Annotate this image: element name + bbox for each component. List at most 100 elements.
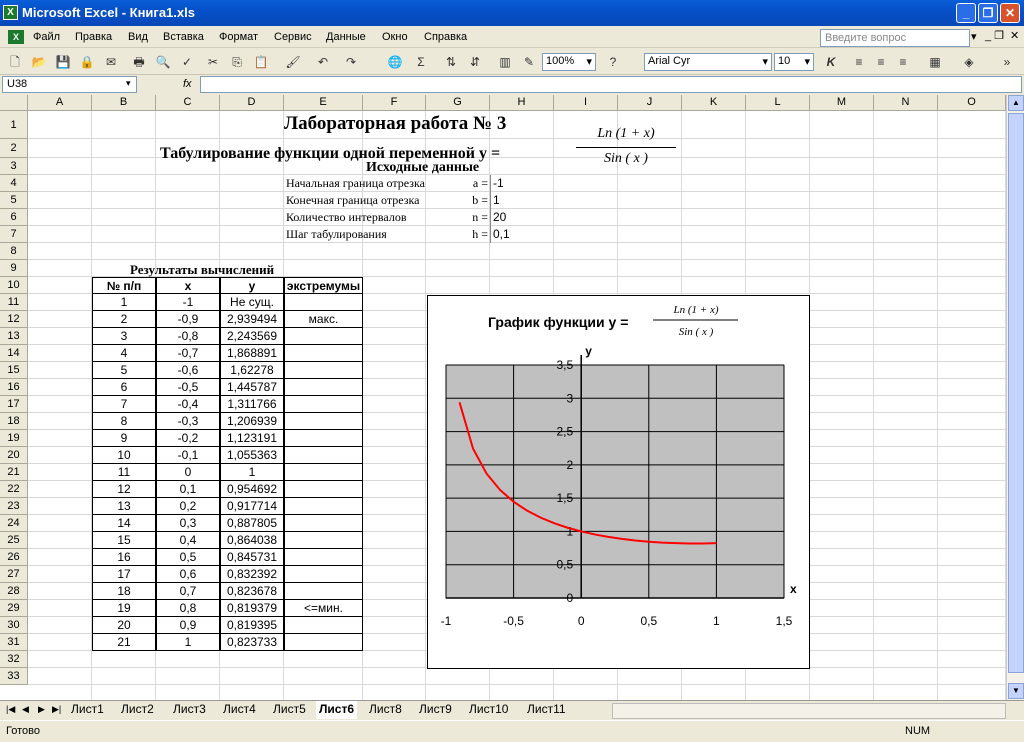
row-header[interactable]: 2 — [0, 139, 28, 158]
chart-wizard-icon[interactable]: ▥ — [496, 53, 514, 71]
toolbar-options-icon[interactable]: » — [998, 53, 1016, 71]
maximize-button[interactable]: ❐ — [978, 3, 998, 23]
row-header[interactable]: 1 — [0, 111, 28, 139]
fx-icon[interactable]: fx — [183, 78, 192, 90]
drawing-icon[interactable]: ✎ — [520, 53, 538, 71]
sheet-tab[interactable]: Лист10 — [466, 701, 511, 719]
save-icon[interactable]: 💾 — [54, 53, 72, 71]
row-header[interactable]: 27 — [0, 566, 28, 583]
menu-file[interactable]: Файл — [33, 31, 60, 43]
column-header[interactable]: A — [28, 95, 92, 111]
redo-icon[interactable]: ↷ — [342, 53, 360, 71]
undo-icon[interactable]: ↶ — [314, 53, 332, 71]
excel-app-icon[interactable]: X — [3, 5, 18, 20]
autosum-icon[interactable]: Σ — [412, 53, 430, 71]
column-header[interactable]: L — [746, 95, 810, 111]
sheet-tab[interactable]: Лист9 — [416, 701, 455, 719]
align-right-icon[interactable]: ≡ — [894, 53, 912, 71]
column-header[interactable]: C — [156, 95, 220, 111]
open-icon[interactable]: 📂 — [30, 53, 48, 71]
row-header[interactable]: 20 — [0, 447, 28, 464]
tab-prev-icon[interactable]: ◀ — [22, 704, 29, 715]
row-header[interactable]: 28 — [0, 583, 28, 600]
email-icon[interactable]: ✉ — [102, 53, 120, 71]
tab-first-icon[interactable]: |◀ — [6, 704, 15, 715]
horizontal-scrollbar[interactable] — [612, 703, 1006, 719]
row-header[interactable]: 8 — [0, 243, 28, 260]
row-header[interactable]: 17 — [0, 396, 28, 413]
menu-insert[interactable]: Вставка — [163, 31, 204, 43]
minimize-button[interactable]: _ — [956, 3, 976, 23]
sheet-tab[interactable]: Лист8 — [366, 701, 405, 719]
row-header[interactable]: 30 — [0, 617, 28, 634]
column-header[interactable]: G — [426, 95, 490, 111]
column-header[interactable]: K — [682, 95, 746, 111]
column-header[interactable]: J — [618, 95, 682, 111]
spelling-icon[interactable]: ✓ — [178, 53, 196, 71]
row-header[interactable]: 23 — [0, 498, 28, 515]
sheet-tab[interactable]: Лист6 — [316, 701, 358, 719]
scroll-up-icon[interactable]: ▲ — [1008, 95, 1024, 111]
font-select[interactable]: Arial Cyr ▾ — [644, 53, 772, 71]
column-header[interactable]: F — [363, 95, 426, 111]
menu-data[interactable]: Данные — [326, 31, 366, 43]
menu-edit[interactable]: Правка — [75, 31, 112, 43]
column-header[interactable]: M — [810, 95, 874, 111]
print-preview-icon[interactable]: 🔍 — [154, 53, 172, 71]
row-header[interactable]: 24 — [0, 515, 28, 532]
vertical-scrollbar[interactable]: ▲ ▼ — [1006, 95, 1024, 700]
name-box[interactable]: U38 — [2, 76, 137, 93]
row-header[interactable]: 32 — [0, 651, 28, 668]
namebox-dropdown-icon[interactable]: ▾ — [126, 78, 131, 89]
row-header[interactable]: 7 — [0, 226, 28, 243]
sheet-tab[interactable]: Лист1 — [68, 701, 107, 719]
hyperlink-icon[interactable]: 🌐 — [386, 53, 404, 71]
row-header[interactable]: 9 — [0, 260, 28, 277]
row-header[interactable]: 5 — [0, 192, 28, 209]
row-header[interactable]: 25 — [0, 532, 28, 549]
row-header[interactable]: 3 — [0, 158, 28, 175]
zoom-select[interactable]: 100% ▾ — [542, 53, 596, 71]
tab-last-icon[interactable]: ▶| — [52, 704, 61, 715]
row-header[interactable]: 12 — [0, 311, 28, 328]
tab-next-icon[interactable]: ▶ — [38, 704, 45, 715]
row-header[interactable]: 16 — [0, 379, 28, 396]
column-header[interactable]: O — [938, 95, 1006, 111]
menu-view[interactable]: Вид — [128, 31, 148, 43]
column-header[interactable]: D — [220, 95, 284, 111]
help-icon[interactable]: ? — [604, 53, 622, 71]
menu-tools[interactable]: Сервис — [274, 31, 312, 43]
format-painter-icon[interactable]: 🖌 — [284, 53, 302, 71]
sheet-tab[interactable]: Лист4 — [220, 701, 259, 719]
close-button[interactable]: ✕ — [1000, 3, 1020, 23]
row-header[interactable]: 21 — [0, 464, 28, 481]
scroll-down-icon[interactable]: ▼ — [1008, 683, 1024, 699]
paste-icon[interactable]: 📋 — [252, 53, 270, 71]
font-size-select[interactable]: 10 ▾ — [774, 53, 814, 71]
fill-color-icon[interactable]: ◈ — [960, 53, 978, 71]
help-search-input[interactable]: Введите вопрос — [820, 29, 970, 47]
row-header[interactable]: 18 — [0, 413, 28, 430]
menu-help[interactable]: Справка — [424, 31, 467, 43]
row-header[interactable]: 11 — [0, 294, 28, 311]
row-header[interactable]: 15 — [0, 362, 28, 379]
restore-doc-icon[interactable]: _ ❐ — [985, 29, 1004, 42]
row-header[interactable]: 10 — [0, 277, 28, 294]
menu-dropdown-icon[interactable]: ▾ — [971, 30, 977, 43]
row-header[interactable]: 29 — [0, 600, 28, 617]
align-left-icon[interactable]: ≡ — [850, 53, 868, 71]
select-all-corner[interactable] — [0, 95, 28, 111]
chart-area[interactable]: 0 0,5 1 1,5 2 2,5 3 3,5 -1 -0,5 0 0,5 1 1,5 y x График ф… — [427, 295, 810, 669]
sheet-tab[interactable]: Лист5 — [270, 701, 309, 719]
formula-input[interactable] — [200, 76, 1022, 93]
row-header[interactable]: 19 — [0, 430, 28, 447]
align-center-icon[interactable]: ≡ — [872, 53, 890, 71]
italic-icon[interactable]: K — [822, 53, 840, 71]
sort-desc-icon[interactable]: ⇵ — [466, 53, 484, 71]
sheet-tab[interactable]: Лист11 — [524, 701, 569, 719]
row-header[interactable]: 4 — [0, 175, 28, 192]
copy-icon[interactable]: ⎘ — [228, 53, 246, 71]
new-icon[interactable]: 🗋 — [6, 53, 24, 71]
workbook-icon[interactable]: X — [8, 30, 24, 44]
sheet-tab[interactable]: Лист2 — [118, 701, 157, 719]
